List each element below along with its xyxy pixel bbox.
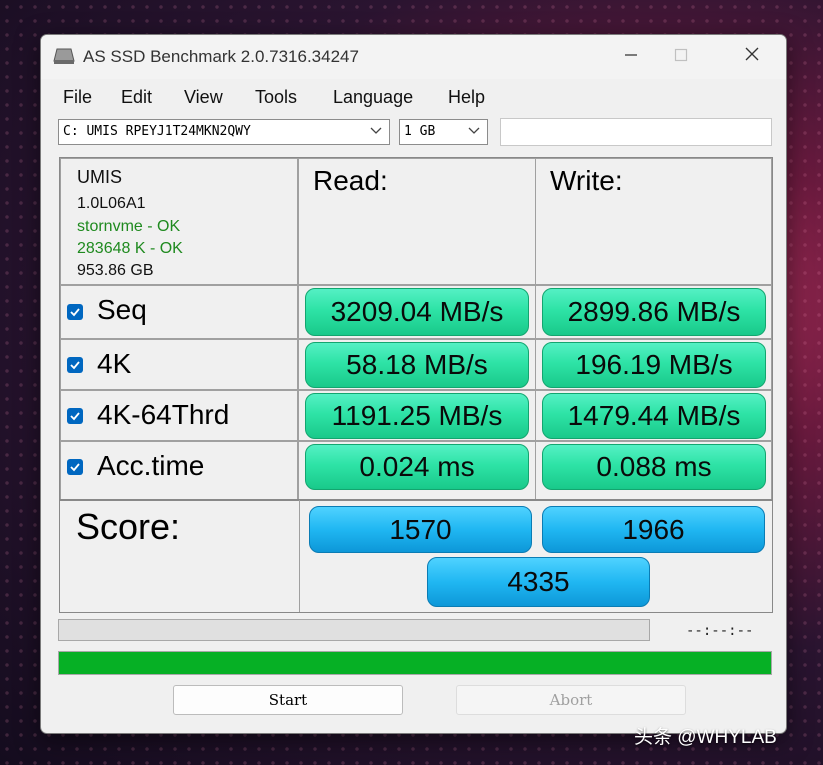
score-total: 4335 — [427, 557, 650, 607]
menu-tools[interactable]: Tools — [255, 87, 297, 108]
menu-edit[interactable]: Edit — [121, 87, 152, 108]
read-header-cell: Read: — [298, 158, 536, 285]
drive-select[interactable]: C: UMIS RPEYJ1T24MKN2QWY — [58, 119, 390, 145]
menu-file[interactable]: File — [63, 87, 92, 108]
4k64-write-cell: 1479.44 MB/s — [535, 390, 772, 441]
4k-write-cell: 196.19 MB/s — [535, 339, 772, 390]
score-label: Score: — [76, 506, 181, 547]
title-bar[interactable]: AS SSD Benchmark 2.0.7316.34247 — [41, 35, 786, 79]
close-button[interactable] — [737, 45, 767, 69]
4k64-checkbox[interactable] — [67, 408, 83, 424]
checkmark-icon — [70, 463, 80, 472]
write-header: Write: — [550, 165, 623, 196]
menu-bar: File Edit View Tools Language Help — [41, 79, 786, 117]
start-button[interactable]: Start — [173, 685, 403, 715]
4k64-label: 4K-64Thrd — [97, 399, 230, 430]
seq-label: Seq — [97, 294, 147, 325]
row-4k64-label-cell: 4K-64Thrd — [60, 390, 298, 441]
checkmark-icon — [70, 412, 80, 421]
alignment-status: 283648 K - OK — [77, 240, 183, 257]
chevron-down-icon — [468, 127, 480, 134]
minimize-icon — [625, 54, 637, 56]
menu-help[interactable]: Help — [448, 87, 485, 108]
drive-info-panel: UMIS 1.0L06A1 stornvme - OK 283648 K - O… — [60, 158, 298, 285]
score-panel: Score: 1570 1966 4335 — [59, 499, 773, 613]
drive-firmware: 1.0L06A1 — [77, 195, 146, 212]
test-progress-bar — [58, 619, 650, 641]
read-header: Read: — [313, 165, 388, 196]
acctime-label: Acc.time — [97, 450, 205, 481]
4k64-read-cell: 1191.25 MB/s — [298, 390, 536, 441]
app-window: AS SSD Benchmark 2.0.7316.34247 File Edi… — [40, 34, 787, 734]
drive-select-value: C: UMIS RPEYJ1T24MKN2QWY — [63, 124, 251, 139]
checkmark-icon — [70, 308, 80, 317]
row-seq-label-cell: Seq — [60, 285, 298, 339]
chevron-down-icon — [370, 127, 382, 134]
driver-status: stornvme - OK — [77, 218, 181, 235]
menu-language[interactable]: Language — [333, 87, 413, 108]
drive-vendor: UMIS — [77, 167, 122, 187]
4k64-read-result: 1191.25 MB/s — [305, 393, 529, 439]
4k-checkbox[interactable] — [67, 357, 83, 373]
4k-write-result: 196.19 MB/s — [542, 342, 766, 388]
test-size-select[interactable]: 1 GB — [399, 119, 488, 145]
4k-read-result: 58.18 MB/s — [305, 342, 529, 388]
seq-write-cell: 2899.86 MB/s — [535, 285, 772, 339]
seq-checkbox[interactable] — [67, 304, 83, 320]
write-header-cell: Write: — [535, 158, 772, 285]
seq-write-result: 2899.86 MB/s — [542, 288, 766, 336]
acctime-checkbox[interactable] — [67, 459, 83, 475]
acctime-read-result: 0.024 ms — [305, 444, 529, 490]
menu-view[interactable]: View — [184, 87, 223, 108]
4k-label: 4K — [97, 348, 132, 379]
abort-button[interactable]: Abort — [456, 685, 686, 715]
acctime-write-cell: 0.088 ms — [535, 441, 772, 500]
acctime-read-cell: 0.024 ms — [298, 441, 536, 500]
4k-read-cell: 58.18 MB/s — [298, 339, 536, 390]
drive-icon — [53, 48, 75, 64]
seq-read-cell: 3209.04 MB/s — [298, 285, 536, 339]
minimize-button[interactable] — [616, 45, 646, 69]
drive-capacity: 953.86 GB — [77, 262, 154, 279]
seq-read-result: 3209.04 MB/s — [305, 288, 529, 336]
acctime-write-result: 0.088 ms — [542, 444, 766, 490]
score-label-cell: Score: — [60, 500, 300, 612]
maximize-icon — [674, 48, 688, 62]
score-read: 1570 — [309, 506, 532, 553]
status-field — [500, 118, 772, 146]
row-4k-label-cell: 4K — [60, 339, 298, 390]
window-title: AS SSD Benchmark 2.0.7316.34247 — [83, 47, 359, 66]
maximize-button[interactable] — [666, 45, 696, 69]
test-size-value: 1 GB — [404, 124, 436, 139]
score-write: 1966 — [542, 506, 765, 553]
watermark: 头条 @WHYLAB — [634, 727, 777, 748]
results-grid: UMIS 1.0L06A1 stornvme - OK 283648 K - O… — [59, 157, 773, 501]
4k64-write-result: 1479.44 MB/s — [542, 393, 766, 439]
overall-progress-bar — [58, 651, 772, 675]
overall-progress-fill — [59, 652, 771, 674]
row-acctime-label-cell: Acc.time — [60, 441, 298, 500]
close-icon — [745, 47, 759, 61]
elapsed-time: --:--:-- — [686, 623, 754, 639]
checkmark-icon — [70, 361, 80, 370]
